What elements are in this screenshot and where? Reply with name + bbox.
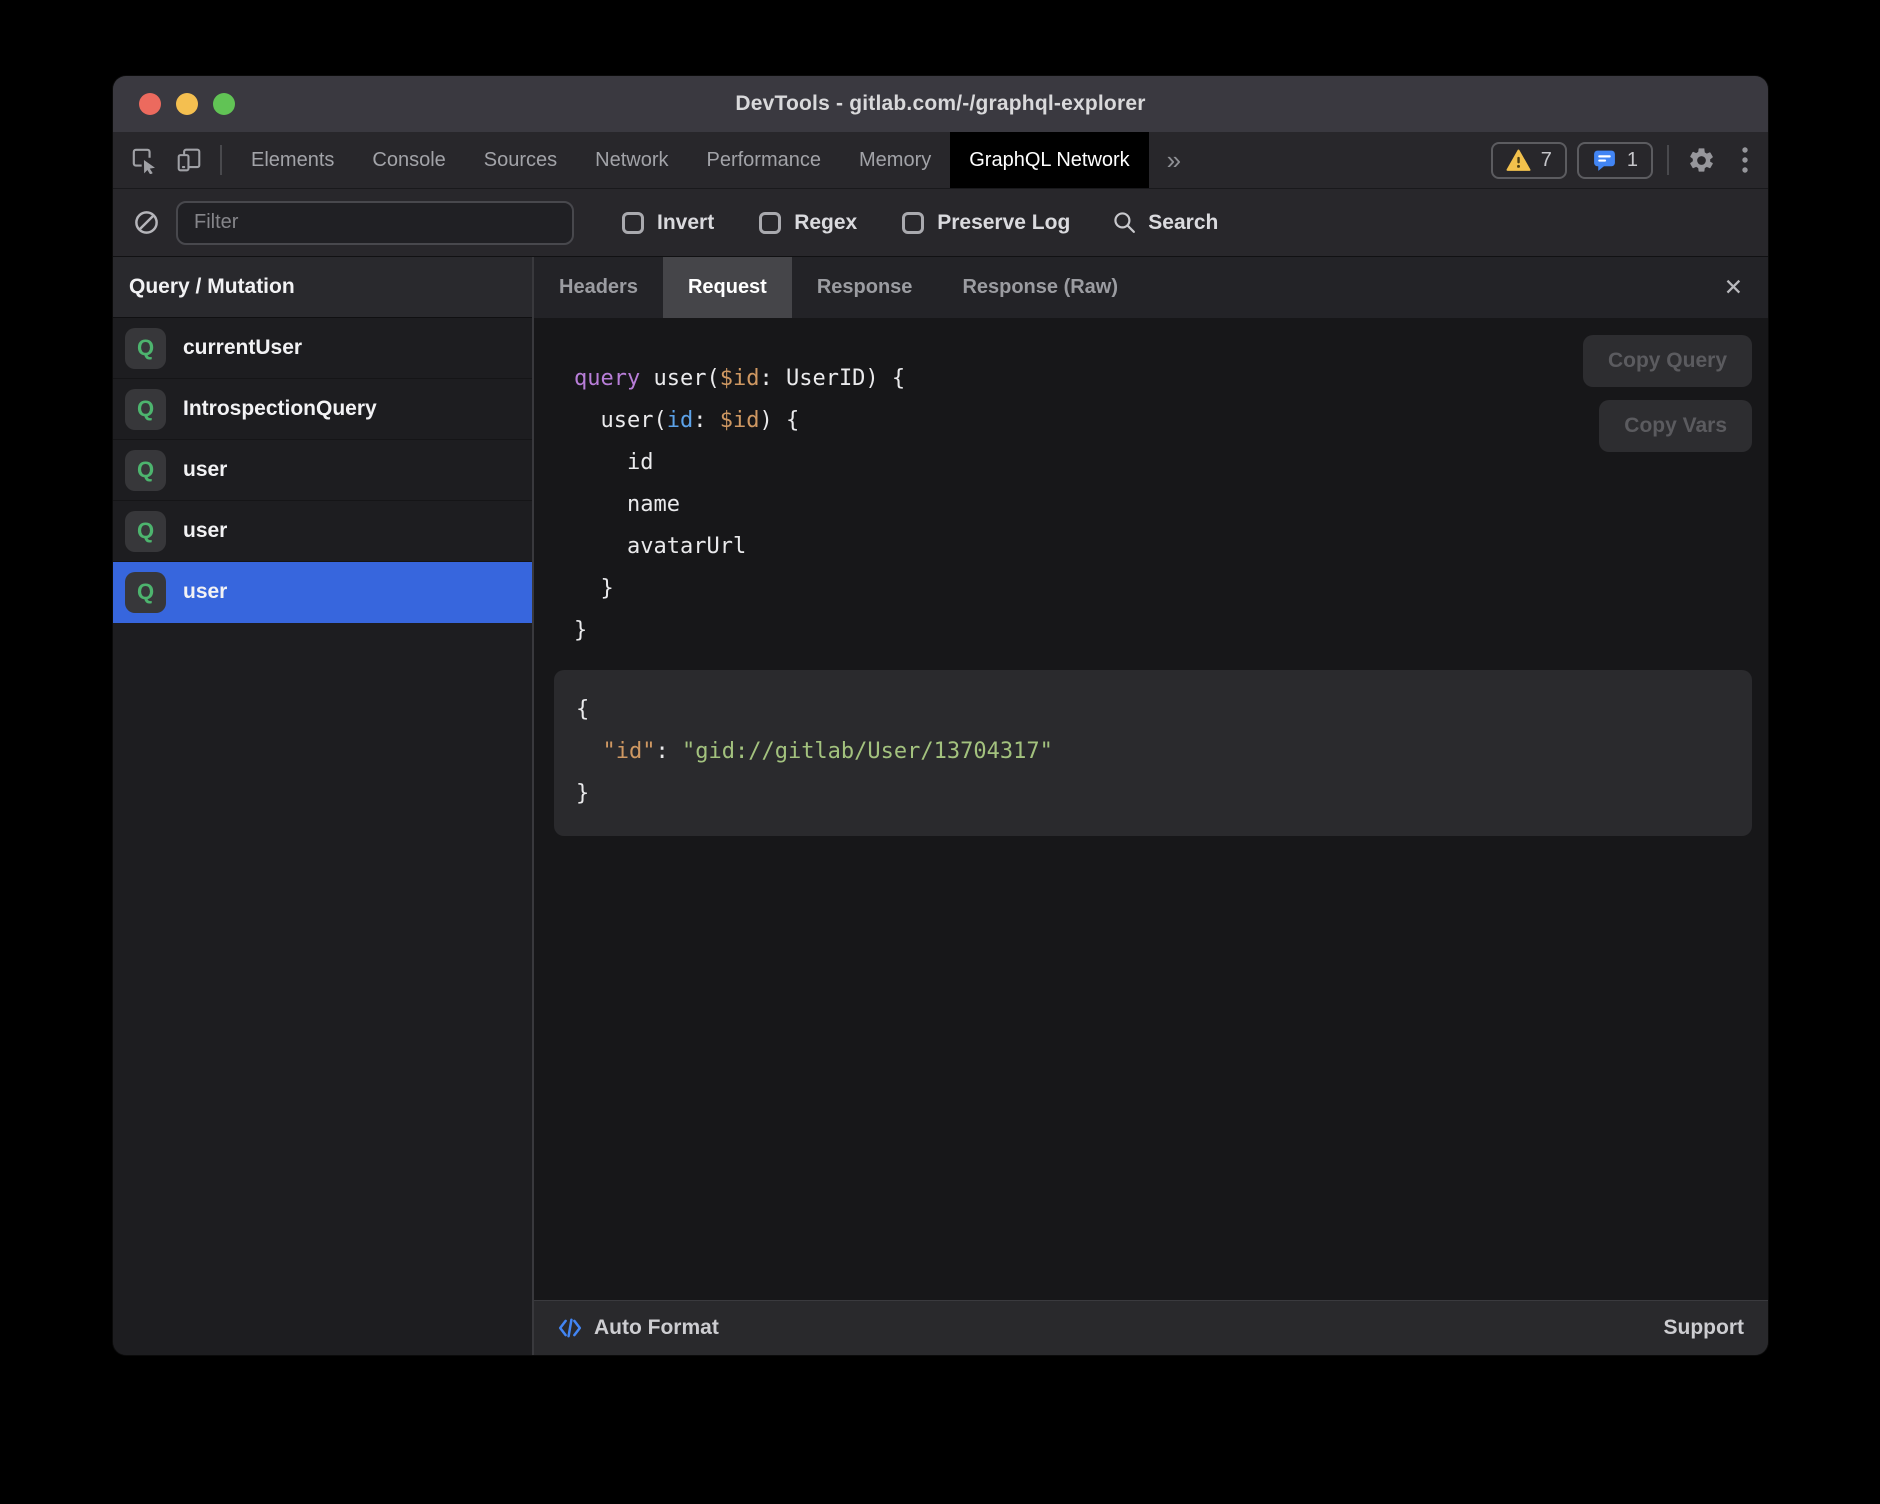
- message-icon: [1592, 148, 1617, 173]
- sidebar-header: Query / Mutation: [113, 257, 532, 318]
- toolbar-separator: [1667, 145, 1669, 175]
- warning-icon: [1506, 149, 1531, 172]
- detail-tabbar: Headers Request Response Response (Raw) …: [534, 257, 1768, 318]
- code-format-icon: [558, 1316, 582, 1340]
- tab-graphql-network[interactable]: GraphQL Network: [950, 132, 1148, 188]
- list-item-user-1[interactable]: Q user: [113, 440, 532, 501]
- tab-elements[interactable]: Elements: [232, 132, 353, 188]
- query-name: IntrospectionQuery: [183, 397, 377, 421]
- tab-network[interactable]: Network: [576, 132, 687, 188]
- query-list: Q currentUser Q IntrospectionQuery Q use…: [113, 318, 532, 1355]
- list-item-currentUser[interactable]: Q currentUser: [113, 318, 532, 379]
- maximize-window-button[interactable]: [213, 93, 235, 115]
- regex-label: Regex: [794, 211, 857, 235]
- tab-request[interactable]: Request: [663, 257, 792, 318]
- query-type-badge: Q: [125, 572, 166, 613]
- minimize-window-button[interactable]: [176, 93, 198, 115]
- query-variables-box: { "id": "gid://gitlab/User/13704317"}: [554, 670, 1752, 836]
- copy-buttons: Copy Query Copy Vars: [1583, 335, 1752, 452]
- tab-console[interactable]: Console: [353, 132, 464, 188]
- regex-checkbox-group[interactable]: Regex: [759, 211, 857, 235]
- tab-headers[interactable]: Headers: [534, 257, 663, 318]
- kebab-menu-icon[interactable]: [1728, 132, 1768, 188]
- copy-vars-button[interactable]: Copy Vars: [1599, 400, 1752, 452]
- preserve-log-checkbox[interactable]: [902, 212, 924, 234]
- tab-response-raw[interactable]: Response (Raw): [937, 257, 1143, 318]
- tab-sources[interactable]: Sources: [465, 132, 576, 188]
- preserve-log-checkbox-group[interactable]: Preserve Log: [902, 211, 1070, 235]
- search-control[interactable]: Search: [1112, 210, 1218, 235]
- filter-input[interactable]: [176, 201, 574, 245]
- graphql-query-code: query user($id: UserID) { user(id: $id) …: [574, 358, 905, 652]
- filter-bar: Invert Regex Preserve Log Search: [113, 188, 1768, 257]
- tab-response[interactable]: Response: [792, 257, 938, 318]
- query-name: user: [183, 519, 227, 543]
- query-type-badge: Q: [125, 511, 166, 552]
- query-sidebar: Query / Mutation Q currentUser Q Introsp…: [113, 257, 534, 1355]
- clear-block-icon[interactable]: [133, 209, 160, 236]
- query-name: user: [183, 458, 227, 482]
- close-window-button[interactable]: [139, 93, 161, 115]
- query-type-badge: Q: [125, 389, 166, 430]
- more-tabs-chevron-icon[interactable]: »: [1149, 132, 1199, 188]
- invert-label: Invert: [657, 211, 714, 235]
- support-link[interactable]: Support: [1664, 1316, 1744, 1340]
- warnings-badge[interactable]: 7: [1491, 142, 1567, 179]
- inspect-element-icon[interactable]: [131, 147, 158, 174]
- toolbar-icons: [113, 132, 210, 188]
- main-split: Query / Mutation Q currentUser Q Introsp…: [113, 257, 1768, 1355]
- warning-count: 7: [1541, 149, 1552, 172]
- close-icon[interactable]: ✕: [1699, 257, 1768, 318]
- devtools-tabbar: Elements Console Sources Network Perform…: [113, 132, 1768, 188]
- query-type-badge: Q: [125, 328, 166, 369]
- search-icon: [1112, 210, 1137, 235]
- query-name: currentUser: [183, 336, 302, 360]
- preserve-log-label: Preserve Log: [937, 211, 1070, 235]
- tab-memory[interactable]: Memory: [840, 132, 950, 188]
- search-label: Search: [1148, 211, 1218, 235]
- auto-format-label: Auto Format: [594, 1316, 719, 1340]
- copy-query-button[interactable]: Copy Query: [1583, 335, 1752, 387]
- request-panel: query user($id: UserID) { user(id: $id) …: [534, 318, 1768, 1300]
- window-titlebar: DevTools - gitlab.com/-/graphql-explorer: [113, 76, 1768, 132]
- panel-footer: Auto Format Support: [534, 1300, 1768, 1355]
- auto-format-control[interactable]: Auto Format: [558, 1316, 719, 1340]
- traffic-lights: [139, 76, 235, 132]
- toolbar-separator: [220, 145, 222, 175]
- list-item-user-2[interactable]: Q user: [113, 501, 532, 562]
- invert-checkbox-group[interactable]: Invert: [622, 211, 714, 235]
- tab-performance[interactable]: Performance: [688, 132, 841, 188]
- list-item-user-3-selected[interactable]: Q user: [113, 562, 532, 623]
- issues-badge[interactable]: 1: [1577, 142, 1653, 179]
- detail-panel: Headers Request Response Response (Raw) …: [534, 257, 1768, 1355]
- settings-gear-icon[interactable]: [1675, 132, 1728, 188]
- regex-checkbox[interactable]: [759, 212, 781, 234]
- list-item-introspectionquery[interactable]: Q IntrospectionQuery: [113, 379, 532, 440]
- query-variables-json: { "id": "gid://gitlab/User/13704317"}: [576, 689, 1730, 815]
- devtools-window: DevTools - gitlab.com/-/graphql-explorer…: [113, 76, 1768, 1355]
- issue-count: 1: [1627, 149, 1638, 172]
- invert-checkbox[interactable]: [622, 212, 644, 234]
- window-title: DevTools - gitlab.com/-/graphql-explorer: [735, 92, 1145, 116]
- query-name: user: [183, 580, 227, 604]
- device-toolbar-icon[interactable]: [176, 147, 202, 173]
- query-type-badge: Q: [125, 450, 166, 491]
